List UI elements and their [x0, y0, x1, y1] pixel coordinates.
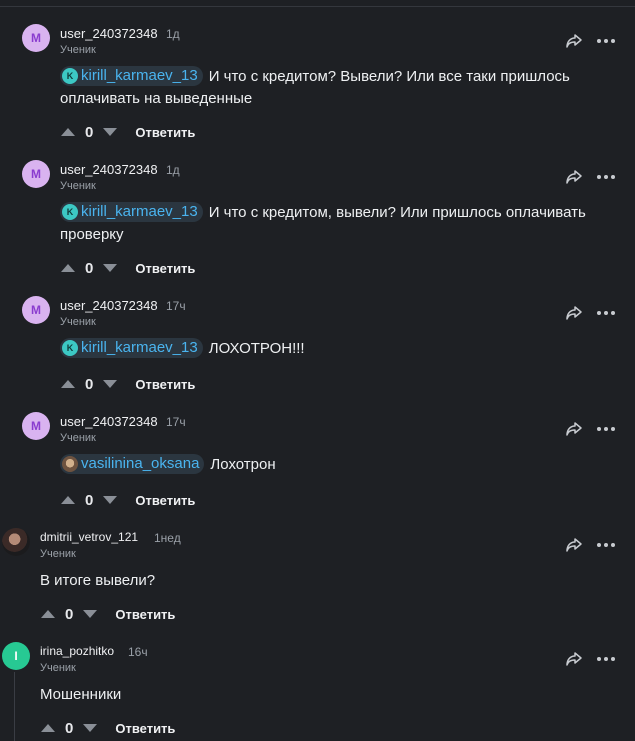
- comment-text-line: Лохотрон: [210, 456, 276, 473]
- more-dots-icon[interactable]: [597, 175, 615, 179]
- downvote-arrow-icon[interactable]: [83, 610, 98, 618]
- mention-name: kirill_karmaev_13: [81, 203, 198, 221]
- upvote-arrow-icon[interactable]: [61, 128, 75, 136]
- comment-text-line: И что с кредитом, вывели? Или пришлось о…: [208, 204, 586, 221]
- share-arrow-icon[interactable]: [565, 421, 583, 437]
- username[interactable]: user_240372348: [60, 298, 158, 313]
- comment-text-line: ЛОХОТРОН!!!: [208, 340, 305, 357]
- user-mention[interactable]: Kkirill_karmaev_13: [60, 338, 203, 359]
- user-mention[interactable]: vasilinina_oksana: [60, 454, 205, 475]
- timestamp: 16ч: [128, 645, 148, 659]
- user-mention[interactable]: Kkirill_karmaev_13: [60, 66, 203, 87]
- upvote-arrow-icon[interactable]: [61, 264, 75, 272]
- comment-item: M user_240372348 17ч Ученик vasilinina_o…: [0, 388, 635, 509]
- avatar[interactable]: M: [22, 296, 50, 324]
- share-arrow-icon[interactable]: [565, 537, 583, 553]
- timestamp: 1нед: [154, 531, 181, 545]
- downvote-arrow-icon[interactable]: [103, 380, 118, 388]
- comment-actions: 0 Ответить: [41, 718, 175, 738]
- vote-count: 0: [65, 719, 74, 737]
- comment-text-line: оплачивать на выведенные: [60, 90, 253, 107]
- comment-text: vasilinina_oksana Лохотрон: [60, 454, 600, 476]
- mention-name: vasilinina_oksana: [81, 455, 200, 473]
- more-dots-icon[interactable]: [597, 543, 615, 547]
- share-arrow-icon[interactable]: [565, 305, 583, 321]
- avatar[interactable]: [2, 528, 30, 556]
- comment-text: Kkirill_karmaev_13 И что с кредитом, выве…: [60, 202, 600, 246]
- comment-text: Kkirill_karmaev_13 И что с кредитом? Выве…: [60, 66, 600, 110]
- comment-text: Мошенники: [40, 684, 580, 706]
- user-rank: Ученик: [60, 180, 96, 192]
- comment-item: I irina_pozhitko 16ч Ученик Мошенники 0 …: [0, 618, 635, 741]
- comment-item: M user_240372348 1д Ученик Kkirill_karma…: [0, 136, 635, 286]
- comment-text-line: В итоге вывели?: [40, 572, 156, 589]
- avatar[interactable]: M: [22, 24, 50, 52]
- comment-item: M user_240372348 1д Ученик Kkirill_karma…: [0, 0, 635, 150]
- share-arrow-icon[interactable]: [565, 169, 583, 185]
- comment-text-line: проверку: [60, 226, 124, 243]
- downvote-arrow-icon[interactable]: [103, 264, 118, 272]
- username[interactable]: user_240372348: [60, 162, 158, 177]
- comment-item: M user_240372348 17ч Ученик Kkirill_karm…: [0, 272, 635, 393]
- more-dots-icon[interactable]: [597, 657, 615, 661]
- mention-name: kirill_karmaev_13: [81, 339, 198, 357]
- username[interactable]: dmitrii_vetrov_121: [40, 530, 138, 544]
- upvote-arrow-icon[interactable]: [41, 610, 55, 618]
- mention-avatar: K: [62, 340, 78, 357]
- downvote-arrow-icon[interactable]: [103, 128, 118, 136]
- upvote-arrow-icon[interactable]: [41, 724, 55, 732]
- user-rank: Ученик: [60, 44, 96, 56]
- comment-text-line: И что с кредитом? Вывели? Или все таки п…: [208, 68, 570, 85]
- avatar[interactable]: M: [22, 160, 50, 188]
- comment-text: В итоге вывели?: [40, 570, 580, 592]
- timestamp: 17ч: [166, 415, 186, 429]
- more-dots-icon[interactable]: [597, 311, 615, 315]
- comment-text-line: Мошенники: [40, 686, 122, 703]
- user-rank: Ученик: [60, 316, 96, 328]
- timestamp: 1д: [166, 163, 180, 177]
- user-rank: Ученик: [60, 432, 96, 444]
- user-rank: Ученик: [40, 548, 76, 560]
- user-rank: Ученик: [40, 662, 76, 674]
- username[interactable]: user_240372348: [60, 26, 158, 41]
- avatar[interactable]: I: [2, 642, 30, 670]
- comment-item: dmitrii_vetrov_121 1нед Ученик В итоге в…: [0, 504, 635, 624]
- downvote-arrow-icon[interactable]: [103, 496, 118, 504]
- upvote-arrow-icon[interactable]: [61, 496, 75, 504]
- mention-avatar: [62, 456, 78, 473]
- username[interactable]: irina_pozhitko: [40, 644, 114, 658]
- more-dots-icon[interactable]: [597, 39, 615, 43]
- timestamp: 1д: [166, 27, 180, 41]
- share-arrow-icon[interactable]: [565, 33, 583, 49]
- mention-avatar: K: [62, 204, 78, 221]
- more-dots-icon[interactable]: [597, 427, 615, 431]
- username[interactable]: user_240372348: [60, 414, 158, 429]
- reply-button[interactable]: Ответить: [115, 721, 175, 736]
- timestamp: 17ч: [166, 299, 186, 313]
- downvote-arrow-icon[interactable]: [83, 724, 98, 732]
- comment-text: Kkirill_karmaev_13 ЛОХОТРОН!!!: [60, 338, 600, 360]
- user-mention[interactable]: Kkirill_karmaev_13: [60, 202, 203, 223]
- share-arrow-icon[interactable]: [565, 651, 583, 667]
- upvote-arrow-icon[interactable]: [61, 380, 75, 388]
- mention-avatar: K: [62, 68, 78, 85]
- mention-name: kirill_karmaev_13: [81, 67, 198, 85]
- avatar[interactable]: M: [22, 412, 50, 440]
